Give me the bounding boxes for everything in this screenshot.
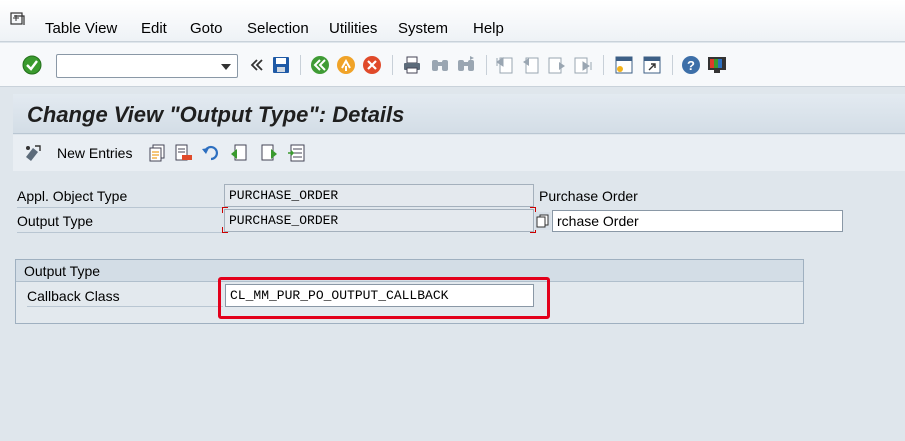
delete-icon[interactable] [173, 143, 193, 163]
print-icon[interactable] [401, 54, 423, 76]
output-type-description: rchase Order [557, 213, 639, 229]
menu-bar: Table View Edit Goto Selection Utilities… [0, 0, 905, 42]
title-bar: Change View "Output Type": Details [13, 94, 905, 134]
cancel-icon[interactable] [361, 54, 383, 76]
save-icon[interactable] [270, 54, 292, 76]
application-toolbar: New Entries [13, 135, 905, 171]
menu-table-view[interactable]: Table View [45, 20, 117, 37]
appl-object-type-field: PURCHASE_ORDER [224, 184, 534, 207]
undo-change-icon[interactable] [201, 143, 221, 163]
toolbar-separator [392, 55, 393, 75]
label-underline [17, 232, 223, 233]
toolbar-separator [300, 55, 301, 75]
previous-entry-icon[interactable] [229, 143, 249, 163]
chevron-down-icon[interactable] [221, 64, 231, 70]
customize-layout-icon[interactable] [706, 54, 728, 76]
svg-text:?: ? [687, 58, 695, 73]
toolbar-separator [603, 55, 604, 75]
label-underline [17, 207, 223, 208]
label-underline [27, 306, 223, 307]
menu-window-icon[interactable] [10, 12, 26, 26]
new-session-icon[interactable] [613, 54, 635, 76]
next-page-icon[interactable] [546, 54, 568, 76]
find-icon[interactable] [429, 54, 451, 76]
menu-selection[interactable]: Selection [247, 20, 309, 37]
appl-object-type-label: Appl. Object Type [17, 188, 128, 204]
appl-object-type-description: Purchase Order [539, 188, 638, 204]
output-type-field: PURCHASE_ORDER [224, 209, 534, 232]
value-help-icon[interactable] [535, 212, 551, 230]
toolbar-separator [486, 55, 487, 75]
output-type-description-field: rchase Order [552, 210, 843, 232]
output-type-label: Output Type [17, 213, 94, 229]
menu-edit[interactable]: Edit [141, 20, 167, 37]
shortcut-icon[interactable] [641, 54, 663, 76]
first-page-icon[interactable] [494, 54, 516, 76]
find-next-icon[interactable] [455, 54, 477, 76]
previous-page-icon[interactable] [520, 54, 542, 76]
exit-icon[interactable] [335, 54, 357, 76]
enter-icon[interactable] [21, 54, 43, 76]
menu-utilities[interactable]: Utilities [329, 20, 377, 37]
command-field[interactable] [56, 54, 238, 78]
back-double-arrow-icon[interactable] [246, 54, 268, 76]
menu-goto[interactable]: Goto [190, 20, 223, 37]
callback-class-label: Callback Class [27, 288, 120, 304]
menu-help[interactable]: Help [473, 20, 504, 37]
copy-as-icon[interactable] [147, 143, 167, 163]
required-corner-marker [222, 207, 228, 213]
highlight-box [218, 277, 550, 319]
output-type-value: PURCHASE_ORDER [229, 213, 339, 228]
new-entries-button[interactable]: New Entries [57, 145, 132, 161]
required-corner-marker [222, 227, 228, 233]
next-entry-icon[interactable] [259, 143, 279, 163]
page-title: Change View "Output Type": Details [27, 102, 405, 127]
help-icon[interactable]: ? [680, 54, 702, 76]
toolbar-separator [672, 55, 673, 75]
select-all-icon[interactable] [287, 143, 307, 163]
appl-object-type-value: PURCHASE_ORDER [229, 188, 339, 203]
display-change-icon[interactable] [23, 143, 43, 163]
back-icon[interactable] [309, 54, 331, 76]
menu-system[interactable]: System [398, 20, 448, 37]
last-page-icon[interactable] [572, 54, 594, 76]
